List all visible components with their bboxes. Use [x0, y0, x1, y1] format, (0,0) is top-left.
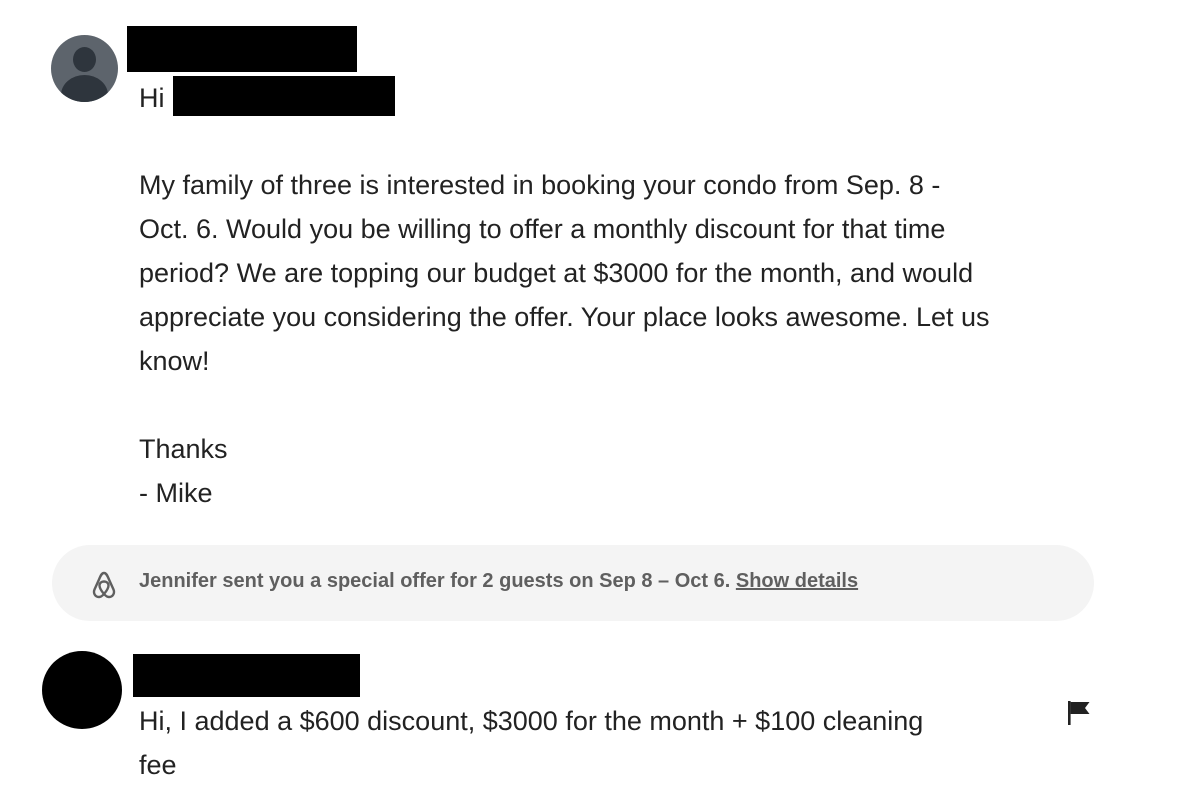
host-message-line: fee: [139, 750, 177, 780]
guest-avatar[interactable]: [51, 35, 118, 102]
airbnb-logo-icon: [92, 571, 116, 599]
host-name-redaction: [173, 76, 395, 116]
guest-message-line: know!: [139, 346, 210, 376]
guest-signature: - Mike: [139, 478, 213, 508]
host-name-redaction: [133, 654, 360, 697]
report-flag-icon[interactable]: [1066, 699, 1092, 727]
guest-message-line: Oct. 6. Would you be willing to offer a …: [139, 214, 946, 244]
avatar-silhouette-head: [73, 47, 96, 72]
guest-signoff: Thanks: [139, 434, 228, 464]
guest-name-redaction: [127, 26, 357, 72]
avatar-silhouette-body: [61, 75, 108, 102]
guest-message-line: appreciate you considering the offer. Yo…: [139, 302, 990, 332]
host-message-line: Hi, I added a $600 discount, $3000 for t…: [139, 706, 924, 736]
host-avatar[interactable]: [42, 651, 122, 729]
guest-message-line: period? We are topping our budget at $30…: [139, 258, 974, 288]
guest-greeting: Hi: [139, 83, 165, 113]
special-offer-message: Jennifer sent you a special offer for 2 …: [139, 570, 731, 592]
guest-message-line: My family of three is interested in book…: [139, 170, 941, 200]
special-offer-text: Jennifer sent you a special offer for 2 …: [139, 567, 858, 595]
show-details-link[interactable]: Show details: [736, 570, 858, 592]
